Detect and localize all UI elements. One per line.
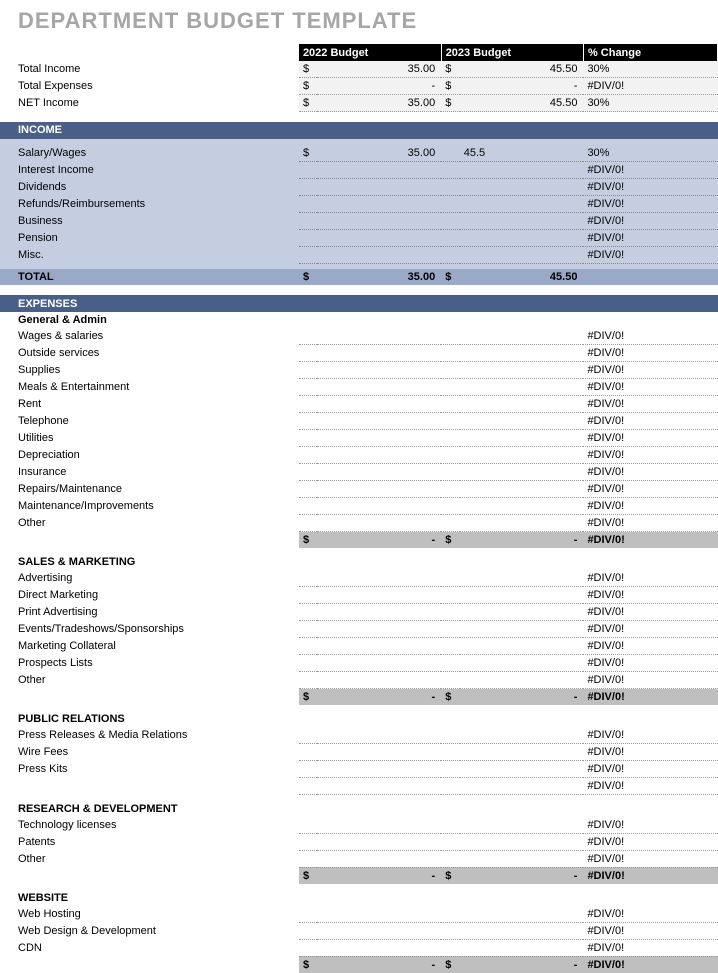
expense-group-header: PUBLIC RELATIONS xyxy=(0,711,718,727)
expense-row: #DIV/0! xyxy=(0,778,718,795)
income-total-row: TOTAL $ 35.00 $ 45.50 xyxy=(0,269,718,285)
expense-subtotal-row: $-$-#DIV/0! xyxy=(0,956,718,973)
page-title: DEPARTMENT BUDGET TEMPLATE xyxy=(0,0,718,44)
expense-subtotal-row: $-$-#DIV/0! xyxy=(0,689,718,706)
expense-row: Wages & salaries#DIV/0! xyxy=(0,328,718,345)
expense-row: Prospects Lists#DIV/0! xyxy=(0,655,718,672)
header-pct: % Change xyxy=(583,44,717,61)
summary-row: Total Income$35.00$45.5030% xyxy=(0,61,718,78)
summary-row: Total Expenses$-$-#DIV/0! xyxy=(0,78,718,95)
expense-row: Technology licenses#DIV/0! xyxy=(0,817,718,834)
expense-row: Depreciation#DIV/0! xyxy=(0,447,718,464)
expense-row: Patents#DIV/0! xyxy=(0,833,718,850)
expense-subtotal-row: $-$-#DIV/0! xyxy=(0,867,718,884)
expense-row: Repairs/Maintenance#DIV/0! xyxy=(0,481,718,498)
expense-row: CDN#DIV/0! xyxy=(0,939,718,956)
income-row: Business#DIV/0! xyxy=(0,212,718,229)
income-row: Pension#DIV/0! xyxy=(0,229,718,246)
income-row: Salary/Wages$35.0045.530% xyxy=(0,145,718,162)
expense-row: Insurance#DIV/0! xyxy=(0,464,718,481)
expense-row: Print Advertising#DIV/0! xyxy=(0,604,718,621)
expense-row: Other#DIV/0! xyxy=(0,515,718,532)
expense-row: Outside services#DIV/0! xyxy=(0,345,718,362)
expense-group-header: General & Admin xyxy=(0,312,718,328)
expense-group-header: SALES & MARKETING xyxy=(0,554,718,570)
expense-row: Events/Tradeshows/Sponsorships#DIV/0! xyxy=(0,621,718,638)
expense-row: Other#DIV/0! xyxy=(0,672,718,689)
expense-group-header: RESEARCH & DEVELOPMENT xyxy=(0,801,718,817)
header-2023: 2023 Budget xyxy=(441,44,583,61)
income-row: Misc.#DIV/0! xyxy=(0,246,718,263)
expense-row: Rent#DIV/0! xyxy=(0,396,718,413)
expense-row: Advertising#DIV/0! xyxy=(0,570,718,587)
expense-row: Marketing Collateral#DIV/0! xyxy=(0,638,718,655)
income-section-bar: INCOME xyxy=(0,122,718,139)
expense-row: Press Releases & Media Relations#DIV/0! xyxy=(0,727,718,744)
expense-row: Telephone#DIV/0! xyxy=(0,413,718,430)
header-row: 2022 Budget 2023 Budget % Change xyxy=(0,44,718,61)
expense-row: Other#DIV/0! xyxy=(0,850,718,867)
expense-row: Web Design & Development#DIV/0! xyxy=(0,922,718,939)
expense-row: Meals & Entertainment#DIV/0! xyxy=(0,379,718,396)
expense-row: Direct Marketing#DIV/0! xyxy=(0,587,718,604)
expense-row: Wire Fees#DIV/0! xyxy=(0,744,718,761)
expenses-section-bar: EXPENSES xyxy=(0,295,718,312)
income-row: Refunds/Reimbursements#DIV/0! xyxy=(0,195,718,212)
expense-subtotal-row: $-$-#DIV/0! xyxy=(0,532,718,549)
header-2022: 2022 Budget xyxy=(299,44,441,61)
budget-table: 2022 Budget 2023 Budget % Change Total I… xyxy=(0,44,718,973)
income-row: Interest Income#DIV/0! xyxy=(0,161,718,178)
summary-row: NET Income$35.00$45.5030% xyxy=(0,95,718,112)
expense-row: Utilities#DIV/0! xyxy=(0,430,718,447)
expense-row: Supplies#DIV/0! xyxy=(0,362,718,379)
expense-row: Web Hosting#DIV/0! xyxy=(0,906,718,923)
expense-row: Press Kits#DIV/0! xyxy=(0,761,718,778)
expense-row: Maintenance/Improvements#DIV/0! xyxy=(0,498,718,515)
expense-group-header: WEBSITE xyxy=(0,890,718,906)
income-row: Dividends#DIV/0! xyxy=(0,178,718,195)
